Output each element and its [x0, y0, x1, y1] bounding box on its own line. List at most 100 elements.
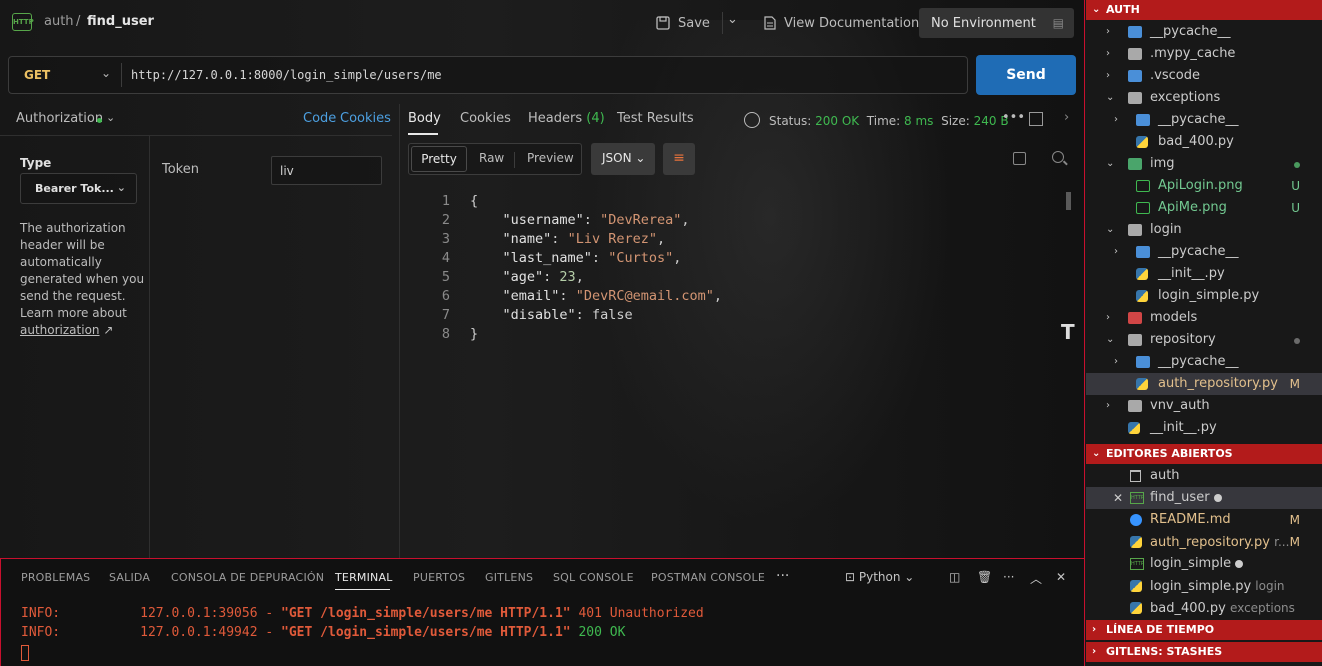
- timeline-header[interactable]: › LÍNEA DE TIEMPO: [1086, 620, 1322, 640]
- open-editor-item[interactable]: ✕ HTTP find_user: [1086, 487, 1322, 509]
- chevron-right-icon[interactable]: ›: [1106, 65, 1110, 87]
- chevron-right-icon[interactable]: ›: [1114, 109, 1118, 131]
- chevron-right-icon[interactable]: ›: [1106, 395, 1110, 417]
- folder-icon: [1128, 158, 1142, 170]
- more-options-icon[interactable]: ···: [1003, 570, 1014, 584]
- open-editor-item[interactable]: HTTP login_simple: [1086, 553, 1322, 575]
- send-button[interactable]: Send: [976, 55, 1076, 95]
- tree-folder[interactable]: › .vscode: [1086, 65, 1322, 87]
- open-editor-item[interactable]: bad_400.py exceptions: [1086, 597, 1322, 619]
- json-body[interactable]: { "username": "DevRerea", "name": "Liv R…: [470, 192, 722, 344]
- tree-folder[interactable]: › .mypy_cache: [1086, 43, 1322, 65]
- tree-folder[interactable]: › __pycache__: [1086, 109, 1322, 131]
- chevron-down-icon[interactable]: ⌄: [1106, 153, 1114, 175]
- tree-folder[interactable]: › __pycache__: [1086, 241, 1322, 263]
- tree-file[interactable]: __init__.py: [1086, 263, 1322, 285]
- chevron-down-icon[interactable]: ⌄: [1106, 87, 1114, 109]
- chevron-down-icon[interactable]: ⌄: [101, 66, 111, 80]
- request-response-divider[interactable]: [399, 104, 400, 558]
- tree-folder[interactable]: ⌄ login: [1086, 219, 1322, 241]
- globe-icon[interactable]: [744, 112, 760, 128]
- wrap-lines-icon[interactable]: ≡: [663, 143, 695, 175]
- view-documentation-button[interactable]: View Documentation: [764, 12, 919, 34]
- tab-headers[interactable]: Headers (4): [528, 111, 605, 126]
- tree-folder[interactable]: › __pycache__: [1086, 351, 1322, 373]
- tab-cookies[interactable]: Cookies: [460, 111, 511, 126]
- tree-file[interactable]: ApiLogin.png U: [1086, 175, 1322, 197]
- save-options-chevron-down-icon[interactable]: ⌄: [722, 12, 742, 34]
- headers-count: (4): [586, 111, 605, 126]
- editor-scrollbar[interactable]: [1066, 192, 1071, 210]
- panel-tab-puertos[interactable]: PUERTOS: [413, 571, 465, 584]
- copy-icon[interactable]: [1013, 152, 1026, 165]
- more-tabs-icon[interactable]: ···: [776, 568, 789, 584]
- tree-file[interactable]: login_simple.py: [1086, 285, 1322, 307]
- tab-test-results[interactable]: Test Results: [617, 111, 694, 126]
- environment-selector[interactable]: No Environment ▤: [919, 8, 1074, 38]
- tree-folder[interactable]: ⌄ exceptions: [1086, 87, 1322, 109]
- maximize-panel-icon[interactable]: ︿: [1030, 570, 1042, 587]
- tab-body[interactable]: Body: [408, 111, 441, 126]
- explorer-root-header[interactable]: ⌄ AUTH: [1086, 0, 1322, 20]
- close-icon[interactable]: ✕: [1056, 570, 1066, 584]
- format-pretty-button[interactable]: Pretty: [411, 146, 467, 172]
- chevron-right-icon[interactable]: ›: [1106, 307, 1110, 329]
- panel-tab-postman-console[interactable]: POSTMAN CONSOLE: [651, 571, 765, 584]
- tree-folder[interactable]: ⌄ img: [1086, 153, 1322, 175]
- save-button[interactable]: Save: [656, 12, 710, 34]
- url-input[interactable]: http://127.0.0.1:8000/login_simple/users…: [131, 68, 442, 82]
- panel-tab-consola-de-depuraci-n[interactable]: CONSOLA DE DEPURACIÓN: [171, 571, 324, 584]
- panel-tab-problemas[interactable]: PROBLEMAS: [21, 571, 90, 584]
- tab-authorization[interactable]: Authorization: [16, 111, 103, 126]
- close-icon[interactable]: ✕: [1113, 487, 1123, 509]
- breadcrumb-request-name[interactable]: find_user: [87, 14, 154, 29]
- tree-file[interactable]: auth_repository.py M: [1086, 373, 1322, 395]
- token-input[interactable]: liv: [271, 156, 382, 185]
- chevron-down-icon[interactable]: ⌄: [1106, 219, 1114, 241]
- tree-folder[interactable]: ⌄ repository: [1086, 329, 1322, 351]
- format-raw-button[interactable]: Raw: [479, 151, 504, 165]
- terminal-shell-select[interactable]: ⊡ Python ⌄: [845, 570, 914, 584]
- open-editor-item[interactable]: auth_repository.py r... M: [1086, 531, 1322, 553]
- response-body-editor[interactable]: 12345678 { "username": "DevRerea", "name…: [408, 190, 1068, 550]
- layout-toggle-icon[interactable]: [1029, 112, 1043, 126]
- chevron-right-icon[interactable]: ›: [1064, 110, 1069, 125]
- open-editor-item[interactable]: auth: [1086, 465, 1322, 487]
- trash-icon[interactable]: 🗑: [977, 570, 992, 584]
- tree-folder[interactable]: › __pycache__: [1086, 21, 1322, 43]
- tree-file[interactable]: __init__.py: [1086, 417, 1322, 439]
- tree-file[interactable]: bad_400.py: [1086, 131, 1322, 153]
- time-value[interactable]: 8 ms: [904, 114, 933, 128]
- open-editor-item[interactable]: README.md M: [1086, 509, 1322, 531]
- body-type-select[interactable]: JSON ⌄: [591, 143, 655, 175]
- chevron-down-icon[interactable]: ⌄: [106, 111, 115, 124]
- breadcrumb-collection[interactable]: auth: [44, 14, 74, 29]
- authorization-help-link[interactable]: authorization: [20, 323, 100, 337]
- open-editors-header[interactable]: ⌄ EDITORES ABIERTOS: [1086, 444, 1322, 464]
- code-snippet-link[interactable]: Code: [303, 111, 336, 126]
- tree-folder[interactable]: › models: [1086, 307, 1322, 329]
- split-terminal-icon[interactable]: ◫: [949, 570, 960, 584]
- chevron-right-icon[interactable]: ›: [1106, 21, 1110, 43]
- tree-file[interactable]: ApiMe.png U: [1086, 197, 1322, 219]
- chevron-right-icon[interactable]: ›: [1114, 241, 1118, 263]
- panel-tab-sql-console[interactable]: SQL CONSOLE: [553, 571, 634, 584]
- panel-tab-terminal[interactable]: TERMINAL: [335, 571, 393, 584]
- chevron-right-icon[interactable]: ›: [1106, 43, 1110, 65]
- more-options-icon[interactable]: •••: [1002, 110, 1025, 125]
- auth-type-select[interactable]: Bearer Tok... ⌄: [20, 173, 137, 204]
- chevron-right-icon[interactable]: ›: [1114, 351, 1118, 373]
- format-preview-button[interactable]: Preview: [527, 151, 574, 165]
- search-icon[interactable]: [1052, 151, 1064, 163]
- chevron-down-icon[interactable]: ⌄: [1106, 329, 1114, 351]
- open-editor-item[interactable]: login_simple.py login: [1086, 575, 1322, 597]
- http-method-select[interactable]: GET: [24, 68, 50, 82]
- terminal-panel: PROBLEMAS SALIDA CONSOLA DE DEPURACIÓN TERM…: [0, 558, 1084, 666]
- gitlens-stashes-header[interactable]: › GITLENS: STASHES: [1086, 642, 1322, 662]
- environment-quick-look-icon[interactable]: ▤: [1053, 16, 1064, 30]
- cookies-link[interactable]: Cookies: [340, 111, 391, 126]
- tree-folder[interactable]: › vnv_auth: [1086, 395, 1322, 417]
- status-value[interactable]: 200 OK: [815, 114, 859, 128]
- panel-tab-salida[interactable]: SALIDA: [109, 571, 150, 584]
- panel-tab-gitlens[interactable]: GITLENS: [485, 571, 533, 584]
